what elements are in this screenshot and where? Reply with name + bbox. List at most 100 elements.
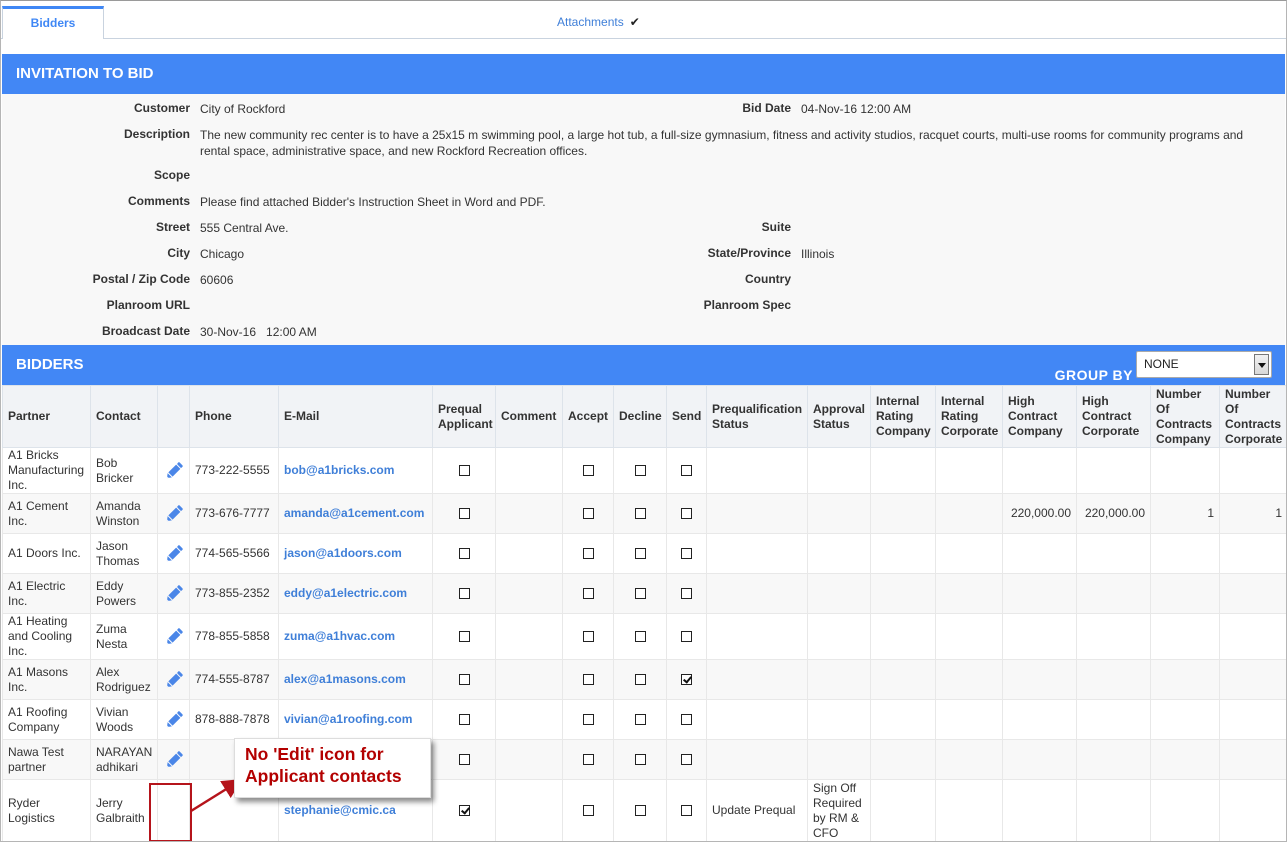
contracts-corporate-cell: 1: [1219, 493, 1286, 534]
decline-checkbox[interactable]: [634, 805, 646, 817]
column-header[interactable]: Contact: [90, 385, 158, 448]
email-link[interactable]: zuma@a1hvac.com: [284, 629, 395, 643]
send-checkbox[interactable]: [681, 588, 692, 600]
column-header[interactable]: Phone: [189, 385, 279, 448]
approval-status-cell: [807, 739, 871, 780]
prequal-applicant-checkbox[interactable]: [458, 714, 470, 726]
decline-checkbox[interactable]: [634, 754, 646, 766]
column-header[interactable]: Internal Rating Company: [870, 385, 936, 448]
contracts-company-cell: [1150, 779, 1220, 841]
prequal-applicant-checkbox[interactable]: [458, 548, 470, 560]
accept-checkbox[interactable]: [582, 465, 594, 477]
edit-pencil-icon[interactable]: [163, 583, 185, 605]
column-header[interactable]: High Contract Company: [1002, 385, 1077, 448]
send-checkbox[interactable]: [681, 548, 692, 560]
edit-pencil-icon[interactable]: [163, 460, 185, 482]
email-link[interactable]: vivian@a1roofing.com: [284, 712, 412, 726]
email-link[interactable]: eddy@a1electric.com: [284, 586, 407, 600]
table-row[interactable]: A1 Heating and Cooling Inc. Zuma Nesta 778…: [2, 613, 1286, 660]
field-label: Comments: [127, 194, 190, 208]
send-checkbox[interactable]: [681, 508, 692, 520]
prequal-applicant-checkbox[interactable]: [458, 674, 470, 686]
contracts-company-cell: [1150, 739, 1220, 780]
send-cell: [666, 493, 707, 534]
column-header[interactable]: Number Of Contracts Corporate: [1219, 385, 1286, 448]
contracts-company-cell: [1150, 659, 1220, 700]
edit-pencil-icon[interactable]: [163, 709, 185, 731]
tab-attachments[interactable]: Attachments ✔: [557, 15, 640, 29]
column-header[interactable]: Internal Rating Corporate: [935, 385, 1003, 448]
send-checkbox[interactable]: [681, 805, 692, 817]
decline-checkbox[interactable]: [634, 631, 646, 643]
accept-cell: [562, 779, 614, 841]
approval-status-cell: Sign Off Required by RM & CFO: [807, 779, 871, 841]
edit-pencil-icon[interactable]: [163, 749, 185, 771]
dropdown-arrow-icon[interactable]: [1254, 354, 1269, 375]
phone-cell: 774-565-5566: [189, 533, 279, 574]
table-row[interactable]: A1 Bricks Manufacturing Inc. Bob Bricker 7…: [2, 447, 1286, 494]
prequal-applicant-checkbox[interactable]: [458, 588, 470, 600]
table-row[interactable]: A1 Roofing Company Vivian Woods 878-888-78…: [2, 699, 1286, 740]
column-header[interactable]: E-Mail: [278, 385, 433, 448]
accept-checkbox[interactable]: [582, 805, 594, 817]
accept-checkbox[interactable]: [582, 508, 594, 520]
tab-bidders[interactable]: Bidders: [2, 6, 104, 39]
column-header[interactable]: Partner: [2, 385, 91, 448]
prequal-applicant-checkbox[interactable]: [458, 465, 470, 477]
accept-checkbox[interactable]: [582, 674, 594, 686]
column-header[interactable]: Prequal Applicant: [432, 385, 496, 448]
edit-pencil-icon[interactable]: [163, 669, 185, 691]
approval-status-cell: [807, 447, 871, 494]
column-header[interactable]: High Contract Corporate: [1076, 385, 1151, 448]
prequal-applicant-checkbox[interactable]: [458, 631, 470, 643]
accept-checkbox[interactable]: [582, 548, 594, 560]
send-checkbox[interactable]: [681, 631, 692, 643]
column-header[interactable]: Send: [666, 385, 707, 448]
group-by-select[interactable]: NONE: [1136, 351, 1272, 378]
column-header[interactable]: Approval Status: [807, 385, 871, 448]
email-link[interactable]: alex@a1masons.com: [284, 672, 406, 686]
accept-checkbox[interactable]: [582, 631, 594, 643]
edit-pencil-icon[interactable]: [163, 503, 185, 525]
prequal-applicant-checkbox[interactable]: [458, 805, 470, 817]
accept-checkbox[interactable]: [582, 714, 594, 726]
column-header[interactable]: Comment: [495, 385, 563, 448]
table-row[interactable]: A1 Doors Inc. Jason Thomas 774-565-5566 jas…: [2, 533, 1286, 574]
table-row[interactable]: A1 Cement Inc. Amanda Winston 773-676-7777…: [2, 493, 1286, 534]
prequal-applicant-cell: [432, 533, 496, 574]
send-checkbox[interactable]: [681, 714, 692, 726]
column-header[interactable]: [157, 385, 190, 448]
column-header[interactable]: Accept: [562, 385, 614, 448]
email-link[interactable]: jason@a1doors.com: [284, 546, 402, 560]
accept-checkbox[interactable]: [582, 588, 594, 600]
column-header[interactable]: Prequalification Status: [706, 385, 808, 448]
send-checkbox[interactable]: [681, 465, 692, 477]
accept-checkbox[interactable]: [582, 754, 594, 766]
decline-checkbox[interactable]: [634, 714, 646, 726]
decline-checkbox[interactable]: [634, 465, 646, 477]
decline-checkbox[interactable]: [634, 674, 646, 686]
column-header[interactable]: Number Of Contracts Company: [1150, 385, 1220, 448]
field-label: State/Province: [707, 246, 791, 260]
edit-pencil-icon[interactable]: [163, 626, 185, 648]
prequal-applicant-checkbox[interactable]: [458, 754, 470, 766]
decline-checkbox[interactable]: [634, 588, 646, 600]
internal-rating-corporate-cell: [935, 659, 1003, 700]
table-row[interactable]: A1 Masons Inc. Alex Rodriguez 774-555-8787…: [2, 659, 1286, 700]
table-row[interactable]: A1 Electric Inc. Eddy Powers 773-855-2352 e…: [2, 573, 1286, 614]
contracts-company-cell: [1150, 533, 1220, 574]
edit-pencil-icon[interactable]: [163, 543, 185, 565]
partner-cell: Ryder Logistics: [2, 779, 91, 841]
send-checkbox[interactable]: [681, 754, 692, 766]
decline-checkbox[interactable]: [634, 508, 646, 520]
email-link[interactable]: bob@a1bricks.com: [284, 463, 394, 477]
decline-checkbox[interactable]: [634, 548, 646, 560]
prequal-applicant-checkbox[interactable]: [458, 508, 470, 520]
email-link[interactable]: stephanie@cmic.ca: [284, 803, 396, 817]
accept-cell: [562, 493, 614, 534]
internal-rating-corporate-cell: [935, 779, 1003, 841]
high-contract-corporate-cell: [1076, 659, 1151, 700]
column-header[interactable]: Decline: [613, 385, 667, 448]
send-checkbox[interactable]: [681, 674, 692, 686]
email-link[interactable]: amanda@a1cement.com: [284, 506, 424, 520]
